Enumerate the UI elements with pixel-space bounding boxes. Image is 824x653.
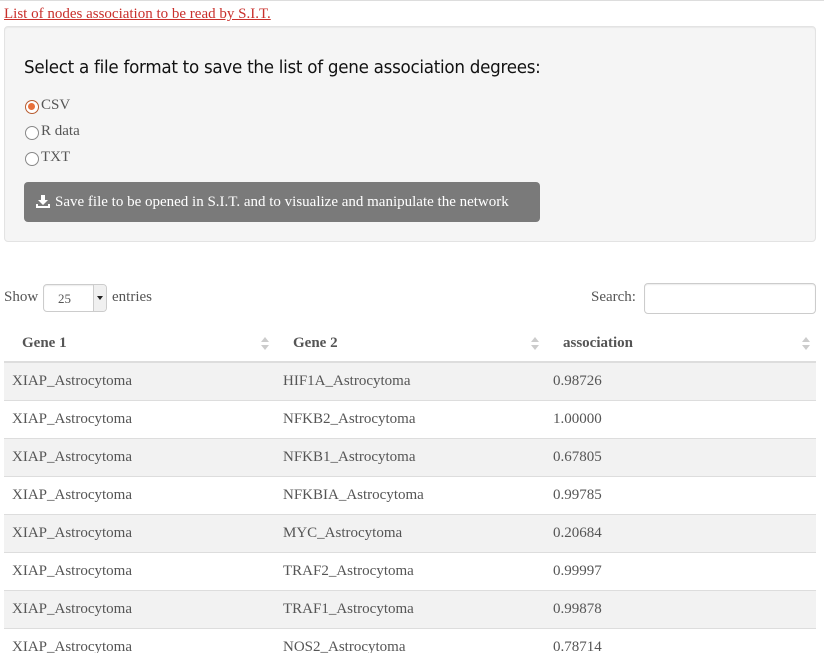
table-cell: NFKBIA_Astrocytoma (275, 475, 545, 514)
radio-option-txt[interactable]: TXT (25, 147, 70, 167)
chevron-down-icon (93, 285, 106, 311)
table-row: XIAP_Astrocytoma NOS2_Astrocytoma 0.7871… (4, 627, 816, 653)
radio-button-csv[interactable] (25, 100, 39, 114)
table-cell: XIAP_Astrocytoma (4, 627, 275, 653)
sort-icon (261, 336, 269, 352)
save-file-button[interactable]: Save file to be opened in S.I.T. and to … (24, 182, 540, 222)
table-row: XIAP_Astrocytoma TRAF1_Astrocytoma 0.998… (4, 589, 816, 628)
sort-icon (802, 336, 810, 352)
table-cell: HIF1A_Astrocytoma (275, 362, 545, 400)
file-format-heading: Select a file format to save the list of… (24, 57, 541, 78)
file-format-panel: Select a file format to save the list of… (4, 26, 816, 242)
table-cell: XIAP_Astrocytoma (4, 437, 275, 476)
column-header-association[interactable]: association (545, 326, 816, 363)
column-header-gene1[interactable]: Gene 1 (4, 326, 275, 363)
table-cell: 0.98726 (545, 362, 816, 400)
table-cell: 0.67805 (545, 437, 816, 476)
save-file-button-label: Save file to be opened in S.I.T. and to … (55, 193, 509, 210)
table-cell: NFKB1_Astrocytoma (275, 437, 545, 476)
radio-option-csv[interactable]: CSV (25, 95, 70, 115)
table-cell: XIAP_Astrocytoma (4, 475, 275, 514)
entries-label: entries (112, 289, 152, 305)
nodes-association-link[interactable]: List of nodes association to be read by … (4, 6, 271, 23)
radio-option-rdata[interactable]: R data (25, 121, 80, 141)
table-row: XIAP_Astrocytoma MYC_Astrocytoma 0.20684 (4, 513, 816, 552)
column-header-gene2[interactable]: Gene 2 (275, 326, 545, 363)
table-header-row: Gene 1 Gene 2 association (4, 326, 816, 363)
column-header-label: association (563, 335, 634, 351)
search-label: Search: (591, 289, 636, 305)
table-cell: 0.99785 (545, 475, 816, 514)
table-row: XIAP_Astrocytoma NFKB2_Astrocytoma 1.000… (4, 399, 816, 438)
table-row: XIAP_Astrocytoma HIF1A_Astrocytoma 0.987… (4, 362, 816, 400)
table-cell: MYC_Astrocytoma (275, 513, 545, 552)
sort-icon (531, 336, 539, 352)
top-divider (0, 0, 824, 4)
radio-label-csv: CSV (41, 96, 71, 113)
table-cell: XIAP_Astrocytoma (4, 589, 275, 628)
table-cell: NFKB2_Astrocytoma (275, 399, 545, 438)
download-icon (36, 194, 50, 208)
table-cell: NOS2_Astrocytoma (275, 627, 545, 653)
table-row: XIAP_Astrocytoma NFKBIA_Astrocytoma 0.99… (4, 475, 816, 514)
table-cell: 1.00000 (545, 399, 816, 438)
table-cell: XIAP_Astrocytoma (4, 551, 275, 590)
table-row: XIAP_Astrocytoma TRAF2_Astrocytoma 0.999… (4, 551, 816, 590)
table-cell: XIAP_Astrocytoma (4, 362, 275, 400)
table-cell: XIAP_Astrocytoma (4, 399, 275, 438)
table-cell: TRAF2_Astrocytoma (275, 551, 545, 590)
table-cell: TRAF1_Astrocytoma (275, 589, 545, 628)
column-header-label: Gene 2 (293, 335, 338, 351)
table-row: XIAP_Astrocytoma NFKB1_Astrocytoma 0.678… (4, 437, 816, 476)
show-label: Show (4, 289, 39, 305)
column-header-label: Gene 1 (22, 335, 67, 351)
radio-button-txt[interactable] (25, 152, 39, 166)
table-cell: 0.99997 (545, 551, 816, 590)
radio-label-rdata: R data (41, 122, 80, 139)
table-cell: XIAP_Astrocytoma (4, 513, 275, 552)
search-input[interactable] (644, 283, 816, 314)
association-table: Gene 1 Gene 2 association XIAP_Astrocyto… (4, 326, 816, 653)
radio-button-rdata[interactable] (25, 126, 39, 140)
entries-per-page-select[interactable]: 25 (43, 284, 107, 312)
radio-label-txt: TXT (41, 148, 71, 165)
table-cell: 0.99878 (545, 589, 816, 628)
table-cell: 0.78714 (545, 627, 816, 653)
entries-select-value: 25 (58, 291, 71, 306)
table-cell: 0.20684 (545, 513, 816, 552)
